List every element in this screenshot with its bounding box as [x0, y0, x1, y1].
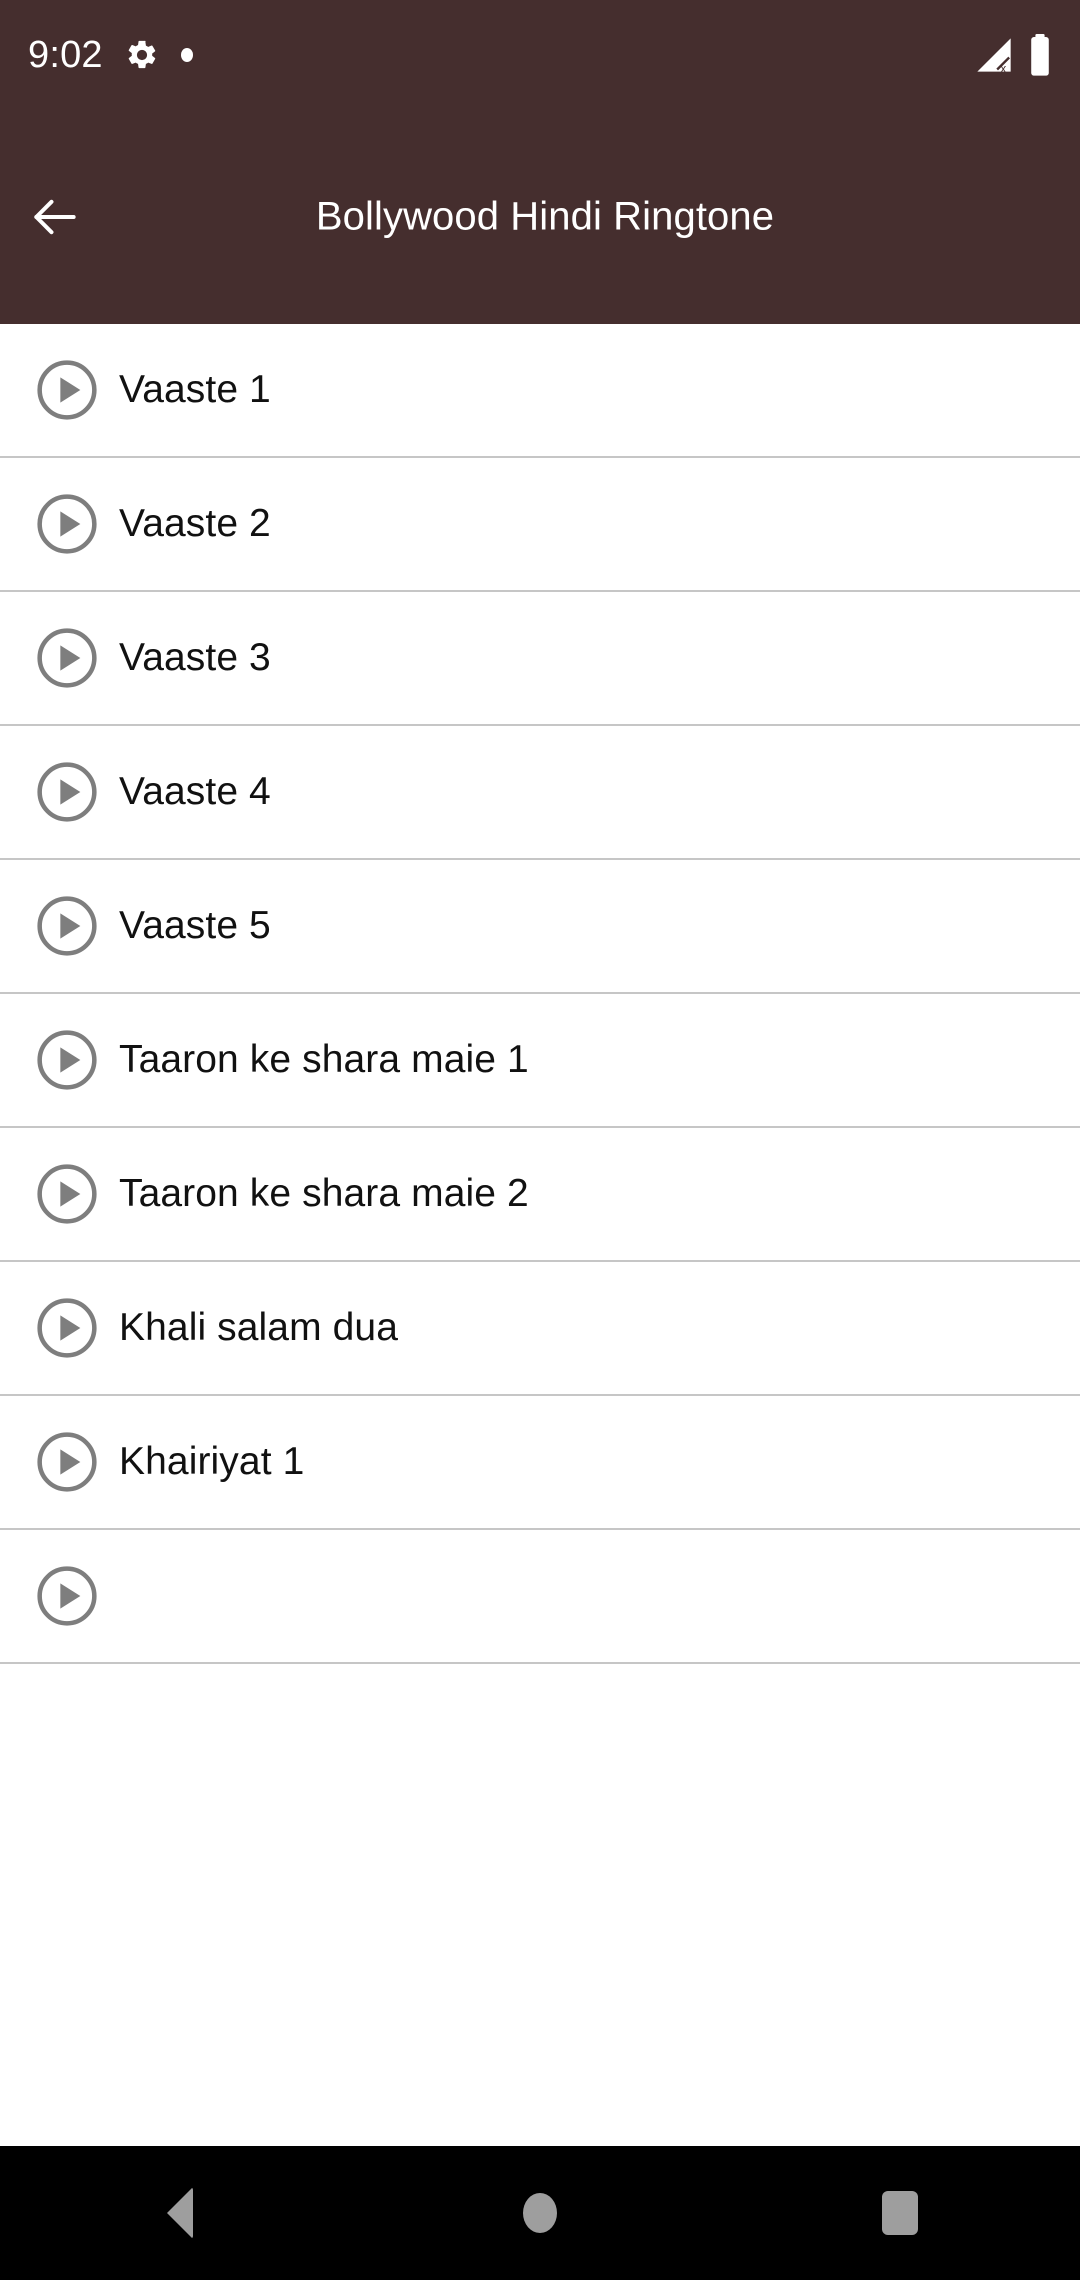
play-button[interactable]: [35, 492, 99, 556]
nav-back-button[interactable]: [105, 2146, 255, 2280]
play-circle-icon: [37, 1298, 97, 1358]
list-item[interactable]: Vaaste 1: [0, 324, 1080, 458]
list-item-label: Taaron ke shara maie 2: [119, 1172, 529, 1215]
list-item[interactable]: Vaaste 4: [0, 726, 1080, 860]
system-navigation-bar: [0, 2146, 1080, 2280]
nav-recents-button[interactable]: [825, 2146, 975, 2280]
list-item-label: Vaaste 2: [119, 502, 271, 545]
status-bar: 9:02 x: [0, 0, 1080, 110]
play-button[interactable]: [35, 1296, 99, 1360]
page-title: Bollywood Hindi Ringtone: [315, 194, 775, 239]
play-circle-icon: [37, 1432, 97, 1492]
list-item-label: Khairiyat 1: [119, 1440, 305, 1483]
play-button[interactable]: [35, 358, 99, 422]
play-button[interactable]: [35, 1564, 99, 1628]
list-item-label: Vaaste 3: [119, 636, 271, 679]
play-button[interactable]: [35, 894, 99, 958]
status-bar-right: x: [974, 34, 1052, 76]
list-item-label: Vaaste 1: [119, 368, 271, 411]
play-button[interactable]: [35, 1162, 99, 1226]
list-item[interactable]: Khairiyat 1: [0, 1396, 1080, 1530]
list-item[interactable]: Vaaste 2: [0, 458, 1080, 592]
play-circle-icon: [37, 1566, 97, 1626]
app-bar: Bollywood Hindi Ringtone: [0, 110, 1080, 324]
phone-screen: 9:02 x Bollywood Hindi Ringtone Vaaste 1…: [0, 0, 1080, 2280]
dot-icon: [180, 48, 193, 62]
nav-home-icon: [523, 2193, 557, 2233]
gear-icon: [125, 38, 159, 72]
nav-back-icon: [167, 2187, 193, 2239]
play-button[interactable]: [35, 626, 99, 690]
list-item-label: Vaaste 4: [119, 770, 271, 813]
list-item[interactable]: [0, 1530, 1080, 1664]
status-clock: 9:02: [28, 34, 103, 76]
play-circle-icon: [37, 494, 97, 554]
play-button[interactable]: [35, 760, 99, 824]
battery-icon: [1028, 34, 1052, 76]
play-circle-icon: [37, 628, 97, 688]
list-item[interactable]: Vaaste 5: [0, 860, 1080, 994]
ringtone-list[interactable]: Vaaste 1 Vaaste 2 Vaaste 3 Vaaste 4 Vaaste 5…: [0, 324, 1080, 2146]
list-item-label: Vaaste 5: [119, 904, 271, 947]
status-bar-left: 9:02: [28, 36, 193, 74]
list-item[interactable]: Taaron ke shara maie 1: [0, 994, 1080, 1128]
list-item-label: Khali salam dua: [119, 1306, 398, 1349]
play-circle-icon: [37, 762, 97, 822]
svg-text:x: x: [1000, 62, 1006, 75]
play-circle-icon: [37, 1164, 97, 1224]
list-item-label: Taaron ke shara maie 1: [119, 1038, 529, 1081]
play-button[interactable]: [35, 1028, 99, 1092]
nav-recents-icon: [882, 2191, 918, 2235]
list-item[interactable]: Khali salam dua: [0, 1262, 1080, 1396]
list-item[interactable]: Vaaste 3: [0, 592, 1080, 726]
play-circle-icon: [37, 896, 97, 956]
signal-no-sim-icon: x: [974, 35, 1014, 75]
list-item[interactable]: Taaron ke shara maie 2: [0, 1128, 1080, 1262]
play-circle-icon: [37, 360, 97, 420]
play-button[interactable]: [35, 1430, 99, 1494]
nav-home-button[interactable]: [465, 2146, 615, 2280]
play-circle-icon: [37, 1030, 97, 1090]
